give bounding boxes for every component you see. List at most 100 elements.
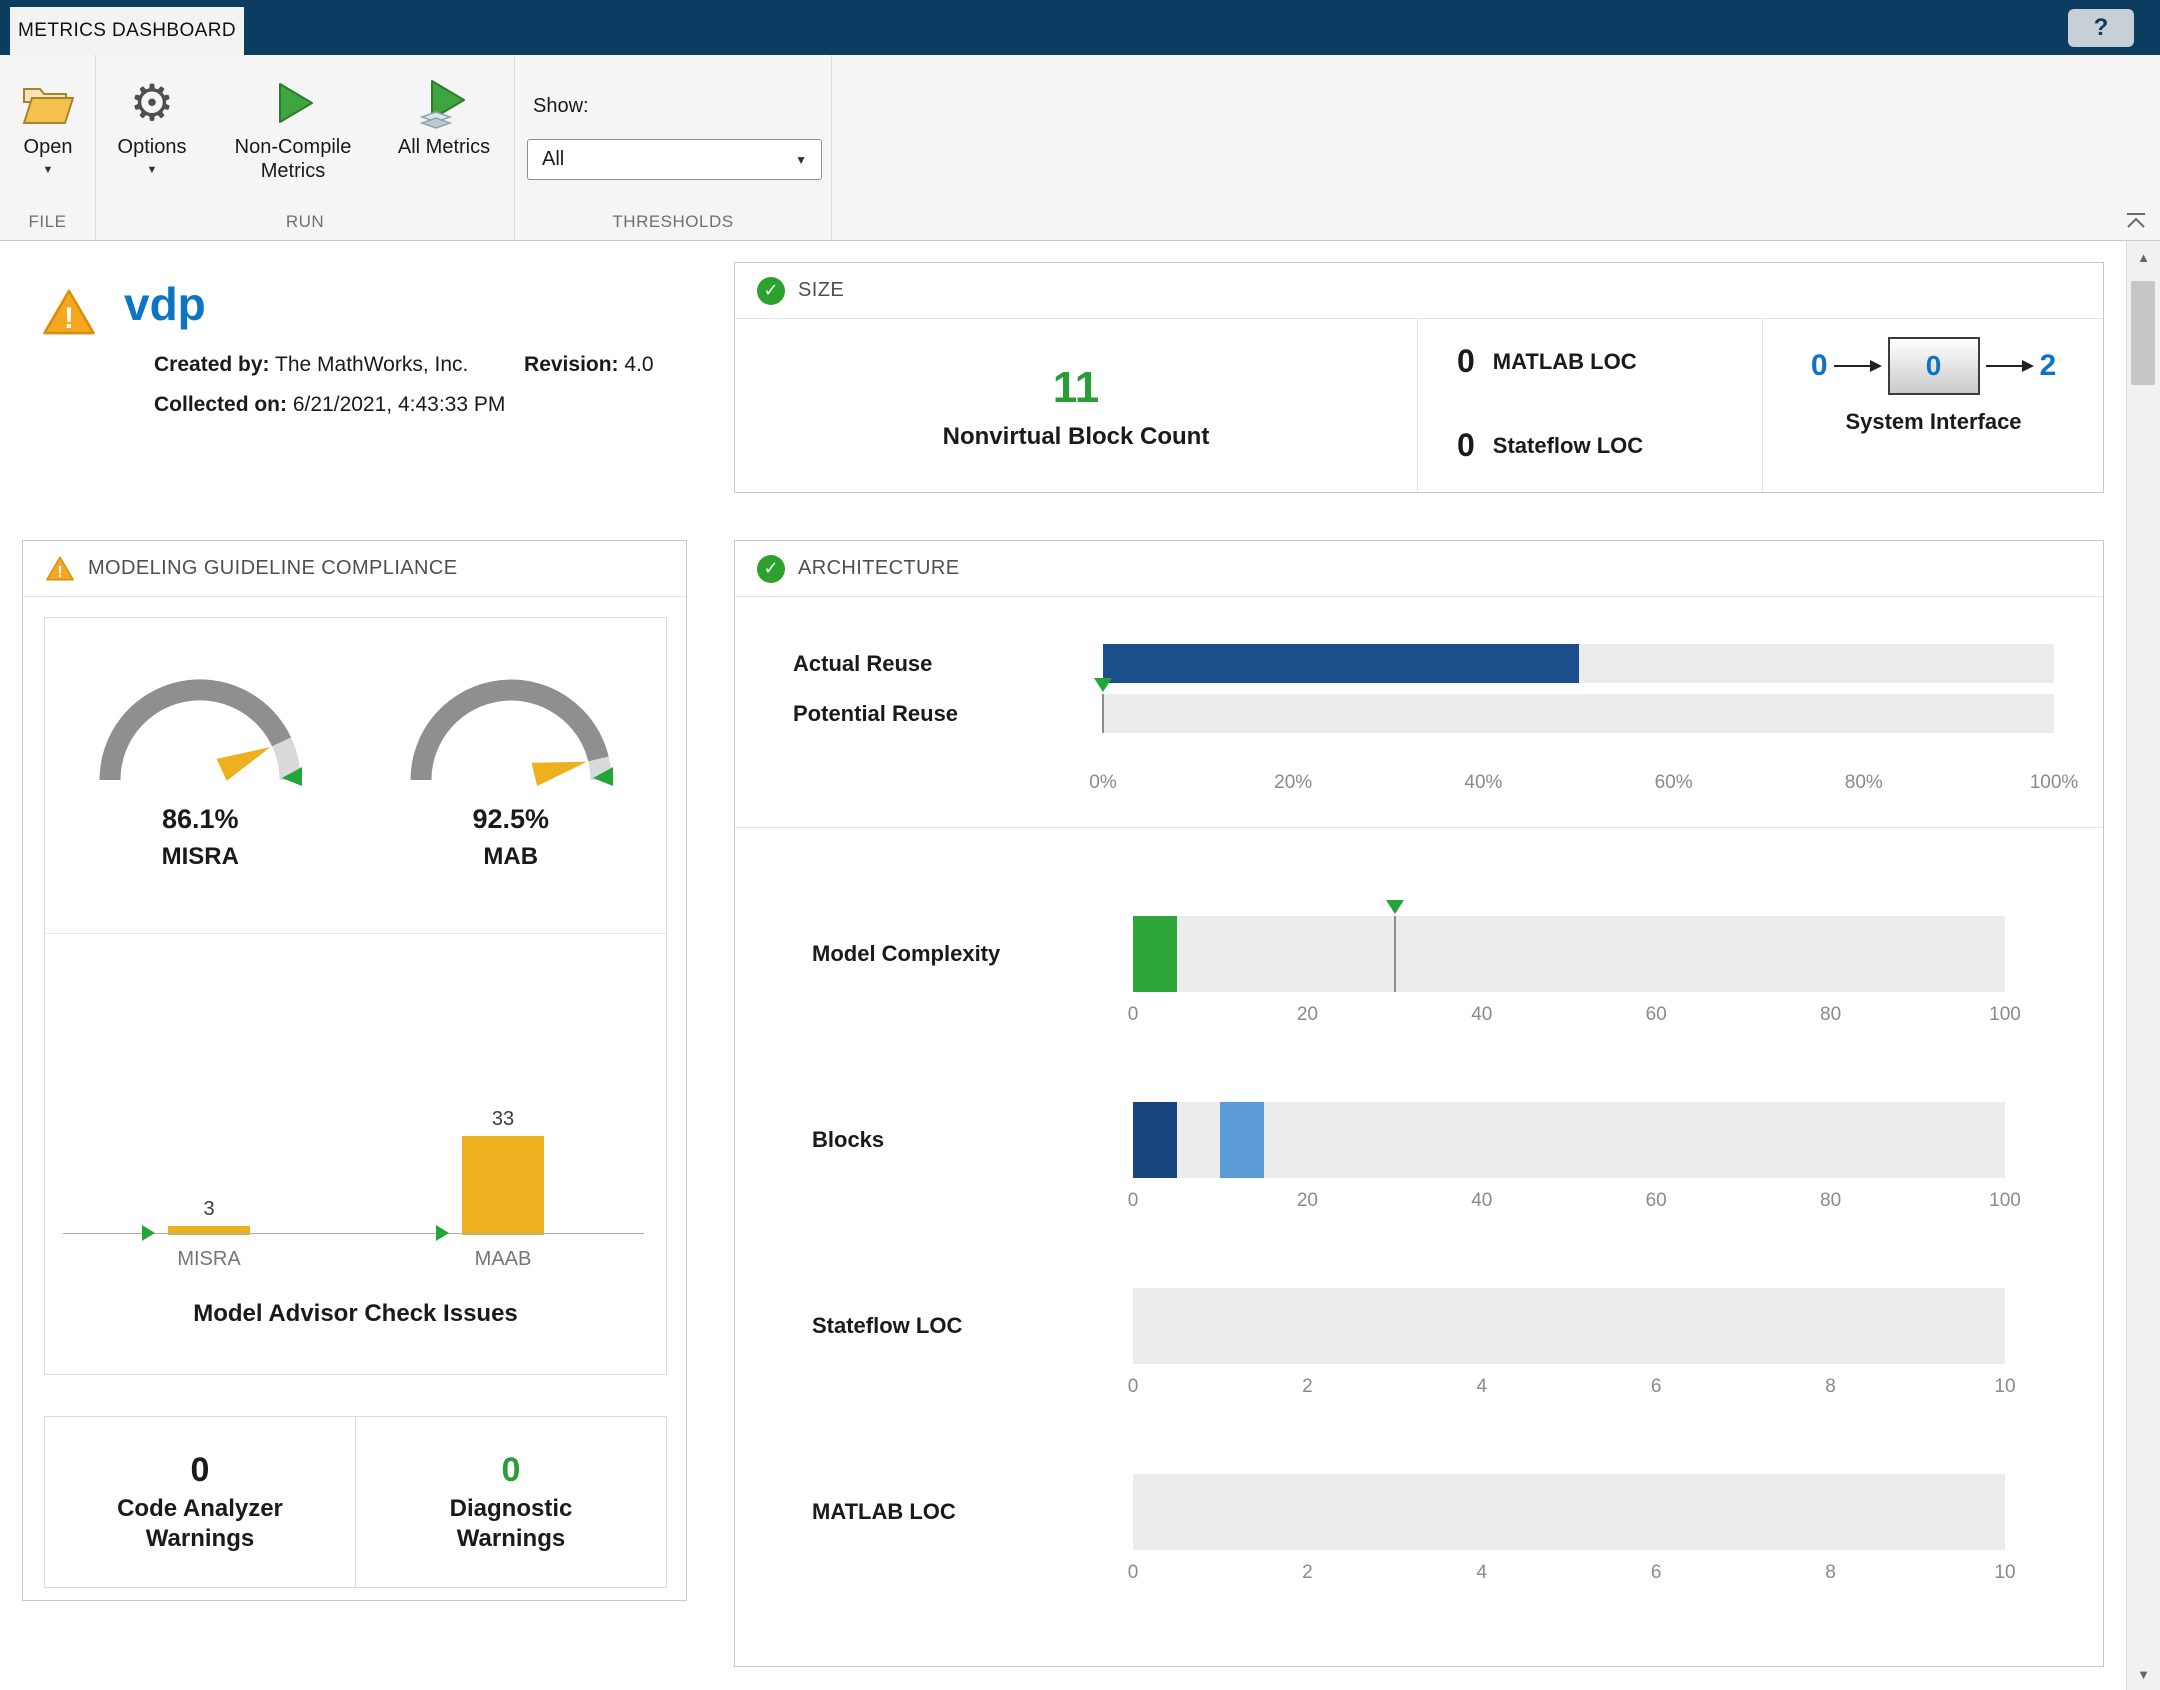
matlab-loc-label: MATLAB LOC (1493, 349, 1637, 375)
system-interface-diagram: 0 0 2 (1811, 337, 2056, 395)
axis-tick-label: 60 (1646, 1190, 1667, 1212)
axis-tick-label: 60 (1646, 1004, 1667, 1026)
stateflow-loc-track[interactable] (1133, 1288, 2005, 1364)
threshold-line (1102, 694, 1104, 733)
metric-bar[interactable] (1133, 916, 1177, 992)
model-complexity-track[interactable] (1133, 916, 2005, 992)
open-button[interactable]: Open ▼ (4, 71, 92, 176)
code-analyzer-warnings-label: Code Analyzer Warnings (117, 1494, 283, 1554)
matlab-loc-row: MATLAB LOC 0246810 (735, 1474, 2103, 1604)
blocks-axis: 020406080100 (1133, 1190, 2005, 1214)
stateflow-loc-row-label: Stateflow LOC (812, 1288, 962, 1364)
architecture-metrics: Model Complexity 020406080100 Blocks 020… (735, 828, 2103, 1666)
threshold-marker-icon (1386, 900, 1404, 914)
blocks-track[interactable] (1133, 1102, 2005, 1178)
misra-bar-group[interactable]: 3 (168, 1198, 250, 1235)
status-warning-icon: ! (45, 555, 75, 582)
actual-reuse-label: Actual Reuse (793, 644, 932, 683)
system-interface-label: System Interface (1845, 409, 2021, 435)
options-button[interactable]: ⚙ Options ▼ (104, 71, 200, 176)
actual-reuse-bar[interactable] (1103, 644, 2054, 683)
scrollbar-thumb[interactable] (2131, 281, 2155, 385)
vertical-scrollbar[interactable]: ▲ ▼ (2126, 241, 2160, 1690)
architecture-panel: ✓ ARCHITECTURE Actual Reuse Potential Re… (734, 540, 2104, 1667)
potential-reuse-bar[interactable] (1103, 694, 2054, 733)
collapse-toolstrip-button[interactable] (2124, 211, 2148, 236)
compliance-panel-title: MODELING GUIDELINE COMPLIANCE (88, 557, 457, 580)
size-panel: ✓ SIZE 11 Nonvirtual Block Count 0 MATLA… (734, 262, 2104, 493)
toolstrip-section-run: ⚙ Options ▼ Non-Compile Metrics (96, 55, 515, 240)
stateflow-loc-label: Stateflow LOC (1493, 433, 1643, 459)
metric-bar[interactable] (1133, 1102, 1177, 1178)
titlebar: METRICS DASHBOARD ? (0, 0, 2160, 55)
stateflow-loc-widget[interactable]: 0 Stateflow LOC (1457, 427, 1643, 464)
axis-tick-label: 0 (1128, 1562, 1139, 1584)
axis-tick-label: 6 (1651, 1562, 1662, 1584)
warnings-card: 0 Code Analyzer Warnings 0 Diagnostic Wa… (44, 1416, 667, 1588)
all-metrics-button[interactable]: All Metrics (374, 71, 514, 159)
compliance-panel-header: ! MODELING GUIDELINE COMPLIANCE (23, 541, 686, 597)
non-compile-metrics-button[interactable]: Non-Compile Metrics (213, 71, 373, 183)
axis-tick-label: 2 (1302, 1562, 1313, 1584)
all-metrics-label: All Metrics (398, 135, 490, 159)
axis-tick-label: 20% (1274, 772, 1312, 794)
nonvirtual-block-count-widget[interactable]: 11 Nonvirtual Block Count (735, 319, 1417, 494)
axis-tick-label: 0% (1089, 772, 1116, 794)
axis-tick-label: 0 (1128, 1376, 1139, 1398)
diagnostic-warnings-value: 0 (502, 1451, 521, 1490)
maab-bar-group[interactable]: 33 (462, 1108, 544, 1235)
show-label: Show: (533, 95, 589, 118)
gauges-row: 86.1% MISRA 92.5% MAB (45, 618, 666, 934)
axis-tick-label: 8 (1825, 1562, 1836, 1584)
matlab-loc-track[interactable] (1133, 1474, 2005, 1550)
axis-tick-label: 0 (1128, 1190, 1139, 1212)
status-ok-icon: ✓ (757, 277, 785, 305)
gear-icon: ⚙ (130, 71, 175, 135)
revision-value: 4.0 (624, 353, 653, 376)
model-name[interactable]: vdp (124, 277, 206, 331)
scroll-up-icon[interactable]: ▲ (2127, 243, 2160, 271)
open-dropdown-caret-icon: ▼ (43, 164, 54, 176)
mab-gauge[interactable]: 92.5% MAB (356, 642, 667, 933)
loc-column: 0 MATLAB LOC 0 Stateflow LOC (1417, 319, 1762, 494)
metric-bar[interactable] (1220, 1102, 1264, 1178)
axis-tick-label: 0 (1128, 1004, 1139, 1026)
code-analyzer-warnings-widget[interactable]: 0 Code Analyzer Warnings (45, 1417, 356, 1587)
architecture-panel-title: ARCHITECTURE (798, 557, 959, 580)
matlab-loc-value: 0 (1457, 343, 1475, 380)
show-dropdown-caret-icon: ▼ (795, 153, 807, 167)
toolstrip: Open ▼ FILE ⚙ Options ▼ Non-Compile Metr… (0, 55, 2160, 241)
misra-gauge-value: 86.1% (162, 804, 239, 835)
arrow-right-icon (1834, 358, 1882, 374)
axis-tick-label: 20 (1297, 1190, 1318, 1212)
axis-tick-label: 10 (1994, 1562, 2015, 1584)
interface-output-count: 2 (2040, 349, 2057, 383)
axis-tick-label: 8 (1825, 1376, 1836, 1398)
axis-tick-label: 2 (1302, 1376, 1313, 1398)
system-interface-widget[interactable]: 0 0 2 System Interface (1762, 319, 2105, 494)
diagnostic-warnings-widget[interactable]: 0 Diagnostic Warnings (356, 1417, 666, 1587)
model-complexity-axis: 020406080100 (1133, 1004, 2005, 1028)
axis-tick-label: 4 (1477, 1376, 1488, 1398)
misra-gauge[interactable]: 86.1% MISRA (45, 642, 356, 933)
tab-metrics-dashboard[interactable]: METRICS DASHBOARD (10, 7, 244, 55)
run-all-play-stack-icon (418, 71, 470, 135)
axis-tick-label: 80 (1820, 1190, 1841, 1212)
threshold-line (1394, 916, 1396, 992)
axis-tick-label: 40 (1471, 1004, 1492, 1026)
created-by-value: The MathWorks, Inc. (275, 353, 468, 376)
axis-tick-label: 60% (1655, 772, 1693, 794)
collected-on-label: Collected on: (154, 393, 287, 416)
toolstrip-section-file: Open ▼ FILE (0, 55, 96, 240)
show-dropdown[interactable]: All ▼ (527, 139, 822, 180)
arrow-right-icon (1986, 358, 2034, 374)
axis-tick-label: 100 (1989, 1004, 2021, 1026)
stateflow-loc-value: 0 (1457, 427, 1475, 464)
matlab-loc-widget[interactable]: 0 MATLAB LOC (1457, 343, 1637, 380)
gauge-dial (70, 642, 330, 802)
matlab-loc-row-label: MATLAB LOC (812, 1474, 956, 1550)
scroll-down-icon[interactable]: ▼ (2127, 1660, 2160, 1688)
section-label-run: RUN (96, 212, 514, 232)
help-button[interactable]: ? (2068, 9, 2134, 47)
code-analyzer-warnings-value: 0 (191, 1451, 210, 1490)
